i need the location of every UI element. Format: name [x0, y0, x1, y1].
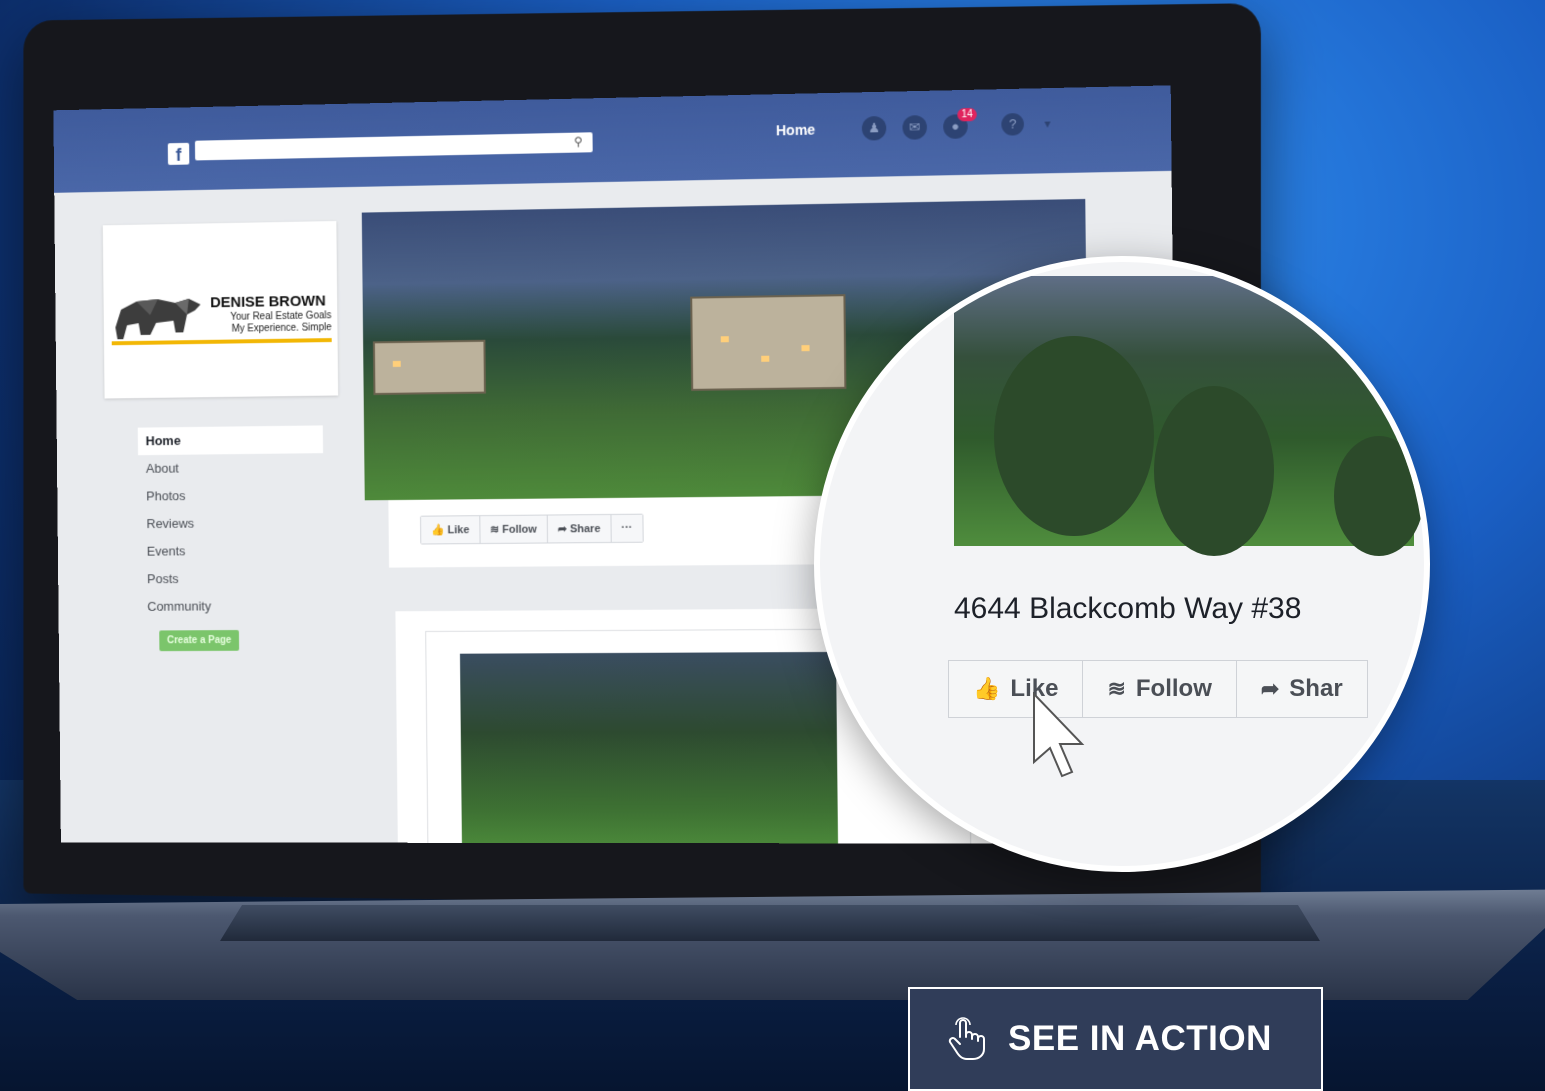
listing-address: 4644 Blackcomb Way #38: [954, 592, 1302, 625]
messenger-icon[interactable]: ✉: [902, 115, 928, 140]
window-light: [801, 345, 810, 352]
see-in-action-label: SEE IN ACTION: [1008, 1019, 1272, 1058]
brand-tagline-secondary: My Experience. Simple: [231, 322, 332, 335]
house-image: [372, 339, 486, 396]
zoomed-share-button[interactable]: ➦ Shar: [1237, 661, 1367, 717]
help-icon[interactable]: ?: [1001, 112, 1025, 136]
brand-tagline: Your Real Estate Goals: [230, 310, 332, 323]
sidebar-item-events[interactable]: Events: [139, 536, 324, 565]
sidebar-item-community[interactable]: Community: [139, 592, 324, 621]
page-sidebar-nav: Home About Photos Reviews Events Posts C…: [137, 425, 325, 621]
rss-icon: ≋: [1107, 676, 1126, 701]
zoom-magnifier: 4644 Blackcomb Way #38 👍 Like ≋ Follow ➦…: [814, 256, 1430, 872]
tree-image: [1334, 436, 1424, 556]
search-input[interactable]: ⚲: [194, 132, 593, 161]
see-in-action-button[interactable]: SEE IN ACTION: [908, 987, 1323, 1091]
sidebar-item-about[interactable]: About: [138, 453, 323, 483]
notification-badge: 14: [957, 107, 977, 122]
friends-icon[interactable]: ♟: [861, 115, 887, 141]
create-page-button[interactable]: Create a Page: [159, 630, 240, 652]
facebook-logo-icon[interactable]: f: [167, 142, 190, 165]
caret-down-icon[interactable]: ▾: [1044, 116, 1050, 130]
more-options-button[interactable]: ···: [611, 514, 643, 542]
zoomed-post-photo[interactable]: [954, 276, 1424, 556]
post-photo[interactable]: [459, 651, 839, 844]
laptop-keyboard: [220, 905, 1320, 941]
pointing-hand-icon: [948, 1017, 985, 1060]
sidebar-item-photos[interactable]: Photos: [138, 481, 323, 510]
zoomed-action-bar: 👍 Like ≋ Follow ➦ Shar: [948, 660, 1368, 718]
search-icon[interactable]: ⚲: [574, 134, 583, 148]
sidebar-item-reviews[interactable]: Reviews: [139, 509, 324, 538]
profile-picture[interactable]: DENISE BROWN Your Real Estate Goals My E…: [102, 220, 339, 399]
share-arrow-icon: ➦: [1260, 676, 1280, 701]
like-label: Like: [447, 524, 470, 537]
window-light: [720, 336, 729, 343]
brand-name: DENISE BROWN: [210, 292, 326, 312]
window-light: [392, 360, 401, 367]
house-image: [690, 294, 847, 391]
share-label: Share: [569, 523, 601, 536]
mouse-cursor-icon: [1033, 692, 1085, 778]
like-button[interactable]: 👍 Like: [421, 516, 481, 544]
sidebar-item-posts[interactable]: Posts: [139, 564, 324, 593]
follow-label: Follow: [502, 523, 537, 536]
topbar-icons: ♟ ✉ ●: [861, 114, 968, 141]
sidebar-item-home[interactable]: Home: [137, 425, 324, 456]
zoomed-follow-label: Follow: [1135, 675, 1212, 702]
page-action-bar: 👍 Like ≋ Follow ➦ Share ···: [420, 513, 644, 545]
share-button[interactable]: ➦ Share: [547, 514, 612, 543]
follow-button[interactable]: ≋ Follow: [480, 515, 548, 544]
zoomed-follow-button[interactable]: ≋ Follow: [1083, 661, 1237, 717]
bear-logo-icon: [115, 298, 201, 340]
thumbs-up-icon: 👍: [973, 676, 1001, 701]
tree-image: [994, 336, 1154, 536]
tree-image: [1154, 386, 1274, 556]
window-light: [761, 355, 770, 362]
home-link[interactable]: Home: [776, 121, 815, 138]
zoomed-share-label: Shar: [1289, 675, 1343, 702]
